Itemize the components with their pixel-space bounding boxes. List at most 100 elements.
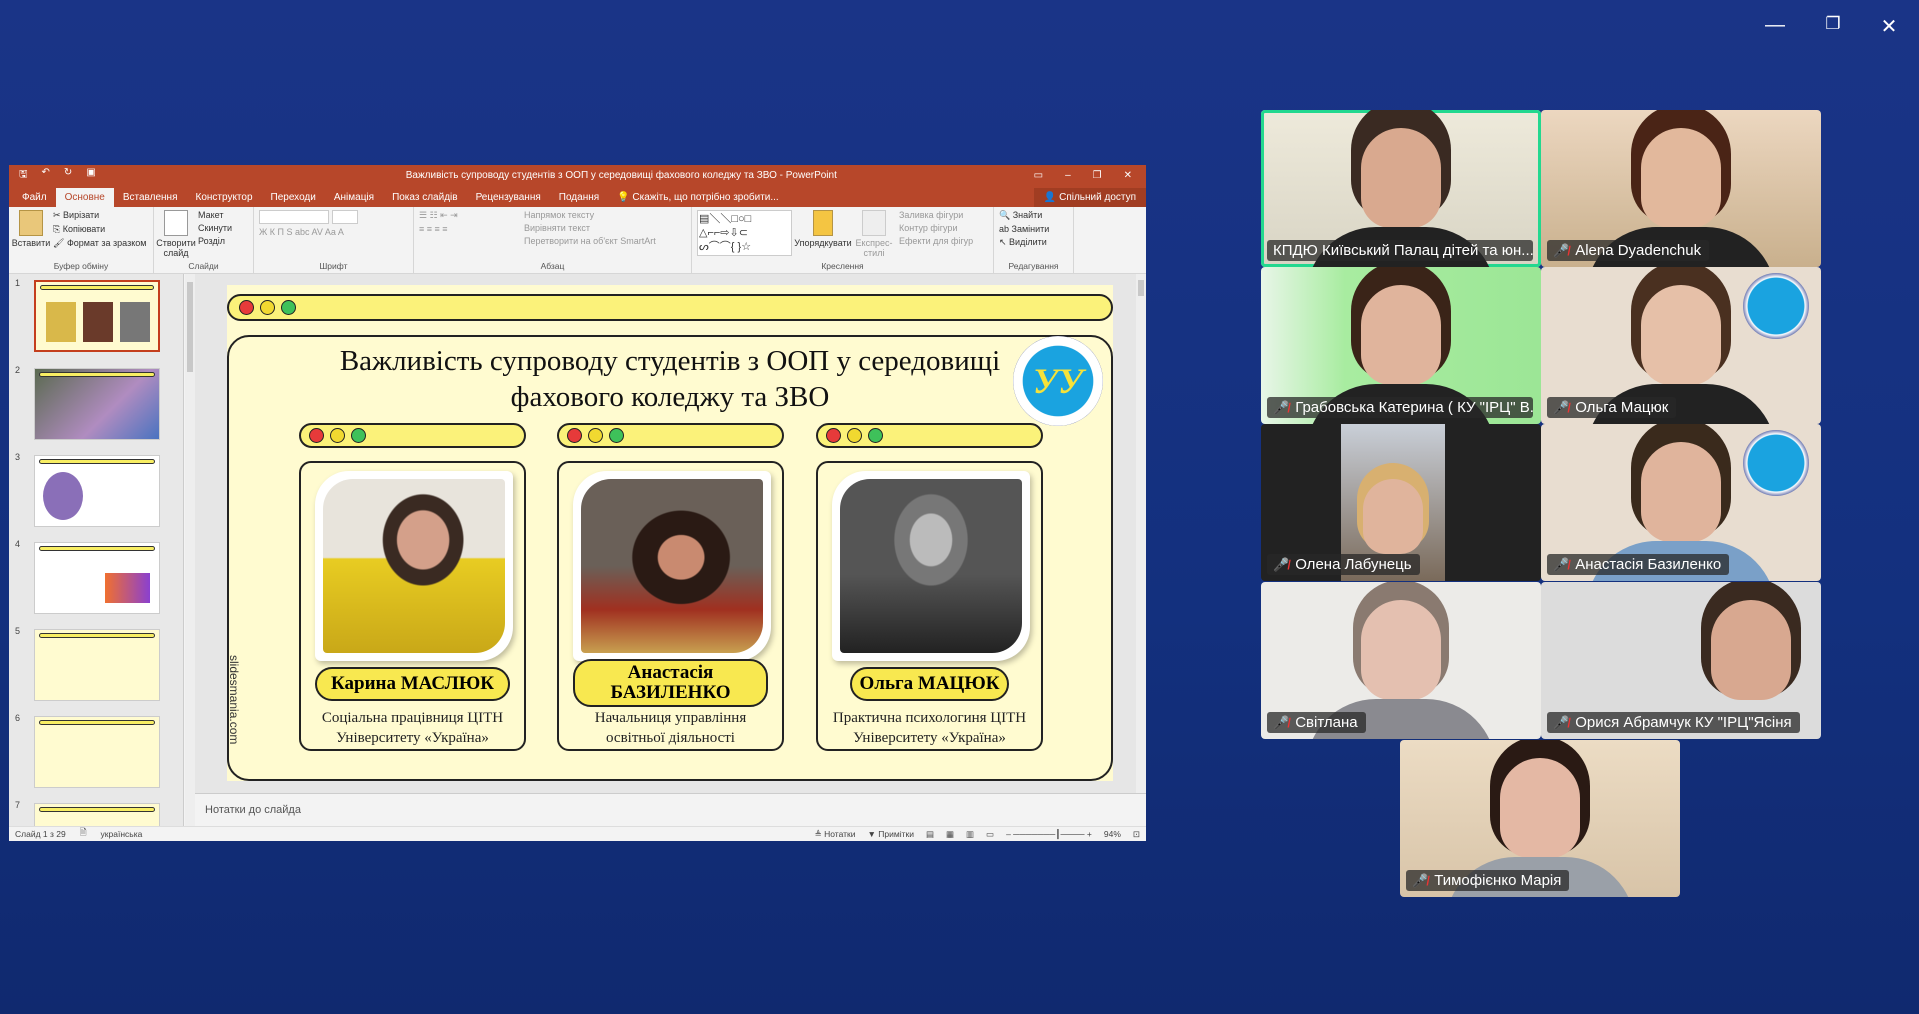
ppt-close-button[interactable]: ✕ — [1124, 170, 1132, 181]
video-feed — [1361, 600, 1441, 700]
thumb-number: 1 — [15, 278, 21, 288]
minimize-button[interactable]: — — [1760, 14, 1790, 37]
shape-effects-button[interactable]: Ефекти для фігур — [899, 236, 973, 246]
title-bar: 🖫 ↶ ↻ ▣ Важливість супроводу студентів з ОО… — [9, 165, 1146, 186]
participant-tile[interactable]: 🎤̸ Грабовська Катерина ( КУ "ІРЦ" В... — [1261, 267, 1541, 424]
person-photo — [315, 471, 513, 661]
mic-muted-icon: 🎤̸ — [1553, 242, 1570, 258]
person-card: Ольга МАЦЮК Практична психологиня ЦІТН У… — [816, 461, 1043, 751]
styles-icon — [862, 210, 886, 236]
slide-thumbnail[interactable] — [34, 716, 160, 788]
slide-thumbnail[interactable] — [34, 542, 160, 614]
copy-button[interactable]: ⎘ Копіювати — [53, 224, 146, 235]
ppt-minimize-button[interactable]: – — [1065, 170, 1071, 181]
slide-canvas[interactable]: Важливість супроводу студентів з ООП у с… — [227, 285, 1113, 781]
share-button[interactable]: 👤 Спільний доступ — [1033, 188, 1146, 207]
thumb-number: 2 — [15, 365, 21, 375]
replace-button[interactable]: ab Замінити — [999, 224, 1049, 234]
shape-outline-button[interactable]: Контур фігури — [899, 223, 973, 233]
font-name-input[interactable] — [259, 210, 329, 224]
zoom-slider[interactable]: – ───────┃──── + — [1006, 829, 1092, 840]
slide-thumbnail[interactable] — [34, 629, 160, 701]
redo-icon[interactable]: ↻ — [64, 167, 72, 184]
thumb-number: 6 — [15, 713, 21, 723]
font-size-input[interactable] — [332, 210, 358, 224]
select-button[interactable]: ↖ Виділити — [999, 237, 1049, 248]
participant-tile[interactable]: 🎤̸ Орися Абрамчук КУ "ІРЦ"Ясіня — [1541, 582, 1821, 739]
slide-editor: Важливість супроводу студентів з ООП у с… — [195, 274, 1146, 826]
zoom-level[interactable]: 94% — [1104, 829, 1121, 839]
align-buttons[interactable]: ≡ ≡ ≡ ≡ — [419, 224, 519, 234]
editor-scrollbar[interactable] — [1136, 274, 1146, 793]
thumbnails-scrollbar[interactable] — [185, 274, 195, 826]
participant-tile[interactable]: 🎤̸ Ольга Мацюк — [1541, 267, 1821, 424]
quick-styles-button[interactable]: Експрес-стилі — [854, 210, 894, 259]
slideshow-view-icon[interactable]: ▭ — [986, 829, 994, 840]
tab-animations[interactable]: Анімація — [325, 188, 383, 207]
text-direction-button[interactable]: Напрямок тексту — [524, 210, 656, 220]
tab-transitions[interactable]: Переходи — [262, 188, 325, 207]
editing-group-label: Редагування — [1008, 261, 1059, 271]
mic-muted-icon: 🎤̸ — [1273, 556, 1290, 572]
new-slide-button[interactable]: Створити слайд — [156, 210, 196, 259]
tab-view[interactable]: Подання — [550, 188, 608, 207]
tell-me-search[interactable]: 💡 Скажіть, що потрібно зробити... — [608, 188, 788, 207]
watermark: slidesmania.com — [227, 655, 241, 745]
card-bar — [557, 423, 784, 448]
arrange-button[interactable]: Упорядкувати — [794, 210, 852, 259]
participant-name: 🎤̸ Грабовська Катерина ( КУ "ІРЦ" В... — [1267, 397, 1533, 418]
tab-home[interactable]: Основне — [55, 188, 114, 207]
participant-tile[interactable]: 🎤̸ Alena Dyadenchuk — [1541, 110, 1821, 267]
tab-file[interactable]: Файл — [13, 188, 56, 207]
close-button[interactable]: ✕ — [1874, 14, 1904, 39]
smartart-button[interactable]: Перетворити на об'єкт SmartArt — [524, 236, 656, 246]
ribbon-tabs: Файл Основне Вставлення Конструктор Пере… — [9, 186, 1146, 207]
participant-tile[interactable]: 🎤̸ Анастасія Базиленко — [1541, 424, 1821, 581]
shape-fill-button[interactable]: Заливка фігури — [899, 210, 973, 220]
notes-pane[interactable]: Нотатки до слайда — [195, 793, 1146, 826]
person-name: Карина МАСЛЮК — [315, 667, 510, 701]
restore-button[interactable]: ❐ — [1818, 14, 1848, 34]
sorter-view-icon[interactable]: ▦ — [946, 829, 954, 840]
slide-thumbnail[interactable] — [34, 280, 160, 352]
spellcheck-icon[interactable]: 🗎 — [80, 827, 87, 841]
save-icon[interactable]: 🖫 — [19, 167, 28, 184]
clipboard-icon — [19, 210, 43, 236]
format-painter-button[interactable]: 🖌 Формат за зразком — [53, 238, 146, 249]
slide-thumbnail[interactable] — [34, 455, 160, 527]
reset-button[interactable]: Скинути — [198, 223, 232, 233]
participant-name: 🎤̸ Світлана — [1267, 712, 1366, 733]
bullets-button[interactable]: ☰ ☷ ⇤ ⇥ — [419, 210, 519, 221]
shapes-gallery[interactable]: ▤＼＼□○□ △⌐⌐⇨⇩⊂ ᔕ⌒⌒{ }☆ — [697, 210, 792, 256]
comments-toggle[interactable]: ▼ Примітки — [867, 829, 913, 839]
clipboard-group-label: Буфер обміну — [53, 261, 109, 271]
reading-view-icon[interactable]: ▥ — [966, 829, 974, 840]
drawing-group: ▤＼＼□○□ △⌐⌐⇨⇩⊂ ᔕ⌒⌒{ }☆ Упорядкувати Експрес… — [692, 207, 994, 273]
align-text-button[interactable]: Вирівняти текст — [524, 223, 656, 233]
tab-review[interactable]: Рецензування — [467, 188, 550, 207]
font-format-buttons[interactable]: Ж К П S abc AV Aa A — [259, 227, 358, 237]
paste-button[interactable]: Вставити — [12, 210, 50, 259]
participant-tile[interactable]: 🎤̸ Тимофієнко Марія — [1400, 740, 1680, 897]
language-indicator[interactable]: українська — [101, 829, 143, 839]
notes-toggle[interactable]: ≜ Нотатки — [815, 829, 856, 840]
find-button[interactable]: 🔍 Знайти — [999, 210, 1049, 221]
cut-button[interactable]: ✂ Вирізати — [53, 210, 146, 221]
slideshow-icon[interactable]: ▣ — [86, 167, 95, 184]
tab-slideshow[interactable]: Показ слайдів — [383, 188, 467, 207]
participant-name: 🎤̸ Орися Абрамчук КУ "ІРЦ"Ясіня — [1547, 712, 1800, 733]
ribbon-display-icon[interactable]: ▭ — [1034, 170, 1043, 181]
participant-name: 🎤̸ Олена Лабунець — [1267, 554, 1420, 575]
tab-design[interactable]: Конструктор — [187, 188, 262, 207]
participant-tile[interactable]: КПДЮ Київський Палац дітей та юн... — [1261, 110, 1541, 267]
slide-thumbnail[interactable] — [34, 368, 160, 440]
participant-tile[interactable]: 🎤̸ Олена Лабунець — [1261, 424, 1541, 581]
normal-view-icon[interactable]: ▤ — [926, 829, 934, 840]
layout-button[interactable]: Макет — [198, 210, 232, 220]
tab-insert[interactable]: Вставлення — [114, 188, 187, 207]
participant-tile[interactable]: 🎤̸ Світлана — [1261, 582, 1541, 739]
undo-icon[interactable]: ↶ — [42, 167, 50, 184]
section-button[interactable]: Розділ — [198, 236, 232, 246]
fit-slide-icon[interactable]: ⊡ — [1133, 829, 1140, 840]
ppt-restore-button[interactable]: ❐ — [1093, 170, 1102, 181]
